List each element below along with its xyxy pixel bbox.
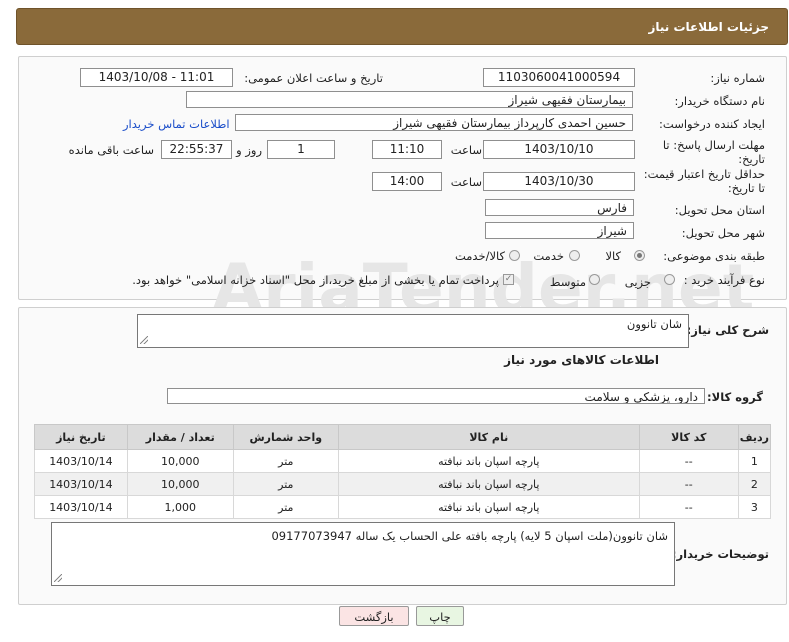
- table-row: 3 -- پارچه اسپان باند نبافته متر 1,000 1…: [34, 495, 772, 519]
- day-and-label: روز و: [236, 143, 262, 157]
- process-minor-radio[interactable]: [664, 274, 675, 285]
- province-label: استان محل تحویل:: [674, 203, 765, 217]
- quantity-cell: 10,000: [126, 472, 234, 496]
- reply-time-label: ساعت: [450, 143, 482, 157]
- need-date-cell: 1403/10/14: [34, 449, 128, 473]
- col-goods-code: کد کالا: [638, 424, 739, 450]
- col-need-date: تاریخ نیاز: [34, 424, 128, 450]
- buyer-notes-textarea[interactable]: شان تانوون(ملت اسپان 5 لایه) پارچه بافته…: [51, 522, 675, 586]
- resize-grip-icon: [140, 336, 148, 344]
- reply-deadline-label: مهلت ارسال پاسخ: تا تاریخ:: [662, 138, 765, 166]
- validity-date-field: 1403/10/30: [483, 172, 635, 191]
- col-row-number: ردیف: [737, 424, 772, 450]
- print-button[interactable]: چاپ: [416, 606, 464, 626]
- col-quantity: تعداد / مقدار: [126, 424, 234, 450]
- unit-cell: متر: [232, 495, 339, 519]
- row-number-cell: 3: [737, 495, 772, 519]
- treasury-payment-note: پرداخت تمام یا بخشی از مبلغ خرید،از محل …: [132, 273, 499, 287]
- process-type-label: نوع فرآیند خرید :: [683, 273, 765, 287]
- reply-date-field: 1403/10/10: [483, 140, 635, 159]
- time-left-field: 22:55:37: [161, 140, 232, 159]
- requester-field: حسین احمدی کارپرداز بیمارستان فقیهی شیرا…: [235, 114, 633, 131]
- days-left-field: 1: [267, 140, 335, 159]
- page-title: جزئیات اطلاعات نیاز: [648, 20, 769, 34]
- min-validity-label: حداقل تاریخ اعتبار قیمت: تا تاریخ:: [643, 167, 765, 195]
- validity-time-field: 14:00: [372, 172, 442, 191]
- back-button[interactable]: بازگشت: [339, 606, 409, 626]
- process-minor-label: جزیی: [624, 275, 651, 289]
- need-number-field: 1103060041000594: [483, 68, 635, 87]
- goods-table-header: ردیف کد کالا نام کالا واحد شمارش تعداد /…: [34, 424, 772, 450]
- province-field: فارس: [485, 199, 634, 216]
- buyer-contact-link[interactable]: اطلاعات تماس خریدار: [123, 117, 230, 131]
- validity-time-label: ساعت: [450, 175, 482, 189]
- category-label: طبقه بندی موضوعی:: [663, 249, 765, 263]
- category-service-label: خدمت: [533, 249, 564, 263]
- goods-info-heading: اطلاعات کالاهای مورد نیاز: [504, 353, 659, 367]
- category-goods-service-radio[interactable]: [509, 250, 520, 261]
- hours-left-label: ساعت باقی مانده: [68, 143, 154, 157]
- category-goods-label: کالا: [605, 249, 621, 263]
- goods-name-cell: پارچه اسپان باند نبافته: [337, 495, 640, 519]
- row-number-cell: 1: [737, 449, 772, 473]
- page-header: جزئیات اطلاعات نیاز: [16, 8, 788, 45]
- requester-label: ایجاد کننده درخواست:: [659, 117, 765, 131]
- need-number-label: شماره نیاز:: [710, 71, 765, 85]
- goods-group-label: گروه کالا:: [707, 390, 763, 404]
- unit-cell: متر: [232, 472, 339, 496]
- announce-datetime-label: تاریخ و ساعت اعلان عمومی:: [244, 71, 383, 85]
- quantity-cell: 1,000: [126, 495, 234, 519]
- city-field: شیراز: [485, 222, 634, 239]
- process-medium-radio[interactable]: [589, 274, 600, 285]
- treasury-payment-checkbox[interactable]: ✓: [503, 274, 514, 285]
- category-goods-radio[interactable]: [634, 250, 645, 261]
- buyer-org-field: بیمارستان فقیهی شیراز: [186, 91, 633, 108]
- goods-code-cell: --: [638, 449, 739, 473]
- quantity-cell: 10,000: [126, 449, 234, 473]
- goods-name-cell: پارچه اسپان باند نبافته: [337, 472, 640, 496]
- description-label: شرح کلی نیاز:: [686, 323, 769, 337]
- need-date-cell: 1403/10/14: [34, 495, 128, 519]
- reply-time-field: 11:10: [372, 140, 442, 159]
- row-number-cell: 2: [737, 472, 772, 496]
- process-medium-label: متوسط: [549, 275, 586, 289]
- table-row: 2 -- پارچه اسپان باند نبافته متر 10,000 …: [34, 472, 772, 496]
- buyer-org-label: نام دستگاه خریدار:: [674, 94, 765, 108]
- goods-table: ردیف کد کالا نام کالا واحد شمارش تعداد /…: [34, 424, 772, 519]
- category-goods-service-label: کالا/خدمت: [454, 249, 505, 263]
- need-date-cell: 1403/10/14: [34, 472, 128, 496]
- goods-group-field: دارو، پزشکی و سلامت: [167, 388, 705, 404]
- buyer-notes-label: توضیحات خریدار:: [671, 547, 769, 561]
- goods-code-cell: --: [638, 495, 739, 519]
- city-label: شهر محل تحویل:: [681, 226, 765, 240]
- goods-name-cell: پارچه اسپان باند نبافته: [337, 449, 640, 473]
- col-goods-name: نام کالا: [337, 424, 640, 450]
- goods-code-cell: --: [638, 472, 739, 496]
- description-textarea[interactable]: شان تانوون: [137, 314, 689, 348]
- category-service-radio[interactable]: [569, 250, 580, 261]
- col-unit: واحد شمارش: [232, 424, 339, 450]
- unit-cell: متر: [232, 449, 339, 473]
- announce-datetime-field: 1403/10/08 - 11:01: [80, 68, 233, 87]
- resize-grip-icon: [54, 574, 62, 582]
- table-row: 1 -- پارچه اسپان باند نبافته متر 10,000 …: [34, 449, 772, 473]
